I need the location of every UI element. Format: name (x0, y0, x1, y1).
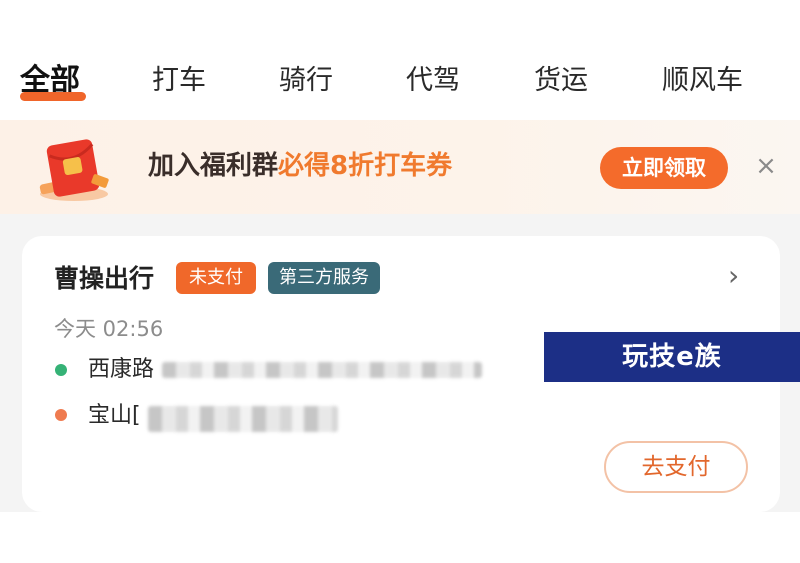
end-address: 宝山[ (88, 403, 141, 428)
tab-carpool[interactable]: 顺风车 (662, 55, 743, 107)
redacted-start-address (162, 362, 482, 378)
promo-text-prefix: 加入福利群 (148, 151, 279, 181)
tab-freight[interactable]: 货运 (534, 55, 588, 107)
tab-taxi[interactable]: 打车 (152, 55, 206, 107)
promo-banner[interactable]: 加入福利群必得8折打车券 立即领取 × (0, 120, 800, 214)
claim-now-button[interactable]: 立即领取 (600, 147, 728, 189)
active-tab-indicator (20, 92, 86, 101)
promo-text-highlight: 必得8折打车券 (278, 151, 453, 181)
tab-designated-driver[interactable]: 代驾 (406, 55, 460, 107)
pay-button[interactable]: 去支付 (604, 441, 748, 493)
order-provider-title: 曹操出行 (54, 264, 155, 293)
start-address: 西康路 (88, 357, 155, 382)
status-badge: 未支付 (176, 262, 256, 294)
service-badge: 第三方服务 (268, 262, 380, 294)
start-point-icon (55, 364, 67, 376)
watermark-logo: 玩技e族 (544, 332, 800, 382)
close-icon[interactable]: × (752, 152, 780, 180)
order-time: 今天 02:56 (54, 317, 164, 341)
tab-cycling[interactable]: 骑行 (279, 55, 333, 107)
category-tabs: 全部 打车 骑行 代驾 货运 顺风车 (0, 55, 800, 115)
promo-text: 加入福利群必得8折打车券 (148, 146, 452, 186)
redacted-end-address (148, 406, 338, 432)
end-point-icon (55, 409, 67, 421)
red-envelope-icon (39, 139, 109, 201)
bottom-area (0, 512, 800, 563)
chevron-right-icon[interactable]: › (728, 262, 750, 290)
